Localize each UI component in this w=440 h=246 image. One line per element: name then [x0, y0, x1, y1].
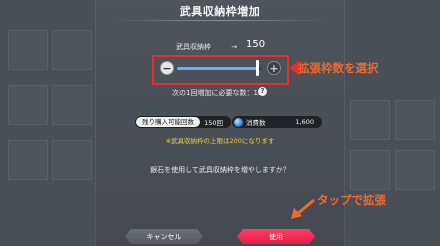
background-tile — [350, 100, 390, 140]
consumed-label: 消費数 — [246, 119, 266, 127]
limit-notice: ※武具収納枠の上限は200になります — [165, 137, 275, 145]
capacity-arrow-icon: → — [231, 43, 238, 51]
dialog-title: 武具収納枠増加 — [179, 5, 261, 18]
background-tile — [8, 30, 48, 70]
remaining-purchases-label: 残り購入可能回数 — [136, 117, 200, 127]
silver-stone-icon — [234, 117, 243, 127]
next-cost-text: 次の1回増加に必要な数：15 — [172, 89, 263, 97]
use-button[interactable]: 使用 — [237, 229, 315, 244]
select-annotation: 拡張枠数を選択 — [298, 61, 379, 75]
title-divider — [110, 20, 330, 21]
remaining-purchases-row: 残り購入可能回数 150回 — [135, 116, 231, 128]
background-tile — [8, 85, 48, 125]
capacity-value: 150 — [246, 39, 266, 50]
arrow-down-left-icon — [291, 198, 315, 219]
consumed-value: 1,600 — [295, 118, 314, 126]
help-icon[interactable]: ? — [258, 87, 267, 96]
consumed-row: 消費数 1,600 — [232, 116, 322, 128]
background-tile — [52, 85, 92, 125]
slider-highlight-box — [152, 55, 289, 85]
confirm-question: 銀石を使用して武具収納枠を増やしますか？ — [150, 166, 290, 174]
background-tile — [52, 30, 92, 70]
tap-annotation: タップで拡張 — [317, 193, 386, 207]
background-tile — [395, 100, 435, 140]
cancel-button[interactable]: キャンセル — [125, 229, 203, 244]
capacity-label: 武具収納枠 → — [176, 43, 238, 51]
remaining-purchases-value: 150回 — [204, 119, 223, 127]
